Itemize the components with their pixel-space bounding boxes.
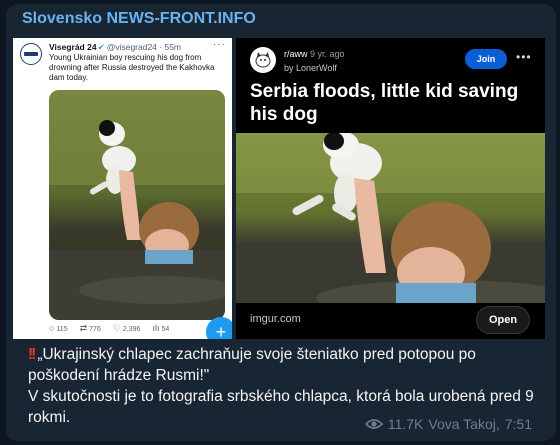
open-button: Open: [476, 306, 530, 334]
subreddit-line: r/aww 9 yr. ago: [284, 49, 345, 59]
tweet-screenshot[interactable]: Visegrád 24✔ @visegrad24 · 55m ··· Young …: [13, 38, 232, 339]
eye-icon: [364, 419, 383, 429]
more-icon: ···: [213, 39, 226, 50]
subreddit-avatar: [250, 47, 276, 73]
tweet-header: Visegrád 24✔ @visegrad24 · 55m: [49, 42, 181, 53]
heart-icon: ♡: [112, 322, 121, 333]
tweet-photo: [49, 90, 225, 320]
retweet-icon: ⇄: [79, 322, 88, 333]
tweet-handle: @visegrad24 · 55m: [106, 42, 182, 52]
post-title: Serbia floods, little kid saving his dog: [250, 81, 519, 125]
tweet-author: Visegrád 24: [49, 42, 97, 52]
subreddit-name: r/aww: [284, 49, 308, 59]
post-time: 7:51: [504, 416, 532, 432]
view-count: ılı 54: [152, 323, 170, 333]
link-domain: imgur.com: [250, 313, 301, 325]
join-button: Join: [465, 49, 507, 69]
verified-icon: ✔: [97, 42, 105, 52]
double-exclamation-icon: !!: [28, 346, 36, 363]
like-count: ♡ 2,396: [112, 322, 141, 333]
post-author-signature: Vova Takoj,: [428, 416, 500, 432]
more-icon: •••: [516, 50, 532, 64]
channel-name[interactable]: Slovensko NEWS-FRONT.INFO: [22, 10, 256, 28]
reply-count: ○ 115: [49, 323, 68, 333]
post-age: 9 yr. ago: [310, 49, 345, 59]
stats-icon: ılı: [152, 323, 160, 333]
reddit-screenshot[interactable]: r/aww 9 yr. ago by LonerWolf Join ••• Se…: [236, 38, 545, 339]
caption-quote: „Ukrajinský chlapec zachraňuje svoje šte…: [28, 346, 476, 384]
view-count: 11.7K: [387, 416, 424, 432]
compose-fab-icon: +: [206, 317, 232, 339]
tweet-avatar: [20, 43, 42, 65]
retweet-count: ⇄ 776: [79, 322, 101, 333]
reddit-photo: [236, 133, 545, 333]
tweet-text: Young Ukrainian boy rescuing his dog fro…: [49, 53, 215, 82]
tweet-actions: ○ 115 ⇄ 776 ♡ 2,396 ılı 54: [49, 321, 225, 335]
reply-icon: ○: [49, 323, 55, 333]
message-meta: 11.7K Vova Takoj, 7:51: [364, 416, 532, 432]
post-author: by LonerWolf: [284, 63, 337, 73]
